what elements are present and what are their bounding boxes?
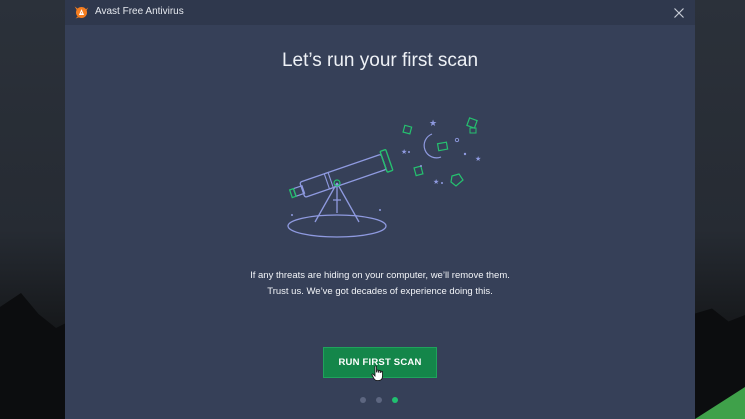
svg-text:★: ★ <box>401 148 407 156</box>
close-icon[interactable] <box>669 3 689 23</box>
green-shape <box>469 127 477 134</box>
svg-text:★: ★ <box>475 155 481 163</box>
green-shape <box>413 165 424 177</box>
telescope-stars-icon: ★ ★ ★ ★ <box>287 117 481 238</box>
svg-text:★: ★ <box>433 178 439 186</box>
green-shape <box>450 173 464 187</box>
description: If any threats are hiding on your comput… <box>65 268 695 300</box>
hand-cursor-icon <box>371 365 383 381</box>
svg-text:★: ★ <box>429 119 437 129</box>
green-shape <box>436 141 449 152</box>
ground-ellipse <box>287 214 387 238</box>
mountain-silhouette-left <box>0 293 70 419</box>
title-bar[interactable]: Avast Free Antivirus <box>65 0 695 25</box>
avast-logo-icon <box>74 6 89 19</box>
app-window: Avast Free Antivirus Let’s run your firs… <box>65 0 695 419</box>
description-line: If any threats are hiding on your comput… <box>250 270 510 281</box>
description-line: Trust us. We’ve got decades of experienc… <box>267 286 493 297</box>
window-title: Avast Free Antivirus <box>95 6 184 17</box>
pager-dot-2[interactable] <box>376 397 382 403</box>
telescope-tube <box>288 149 394 199</box>
page-title: Let’s run your first scan <box>281 50 479 71</box>
pager-dots <box>360 397 398 403</box>
pager-dot-1[interactable] <box>360 397 366 403</box>
green-shape <box>466 117 478 129</box>
pager-dot-3-active[interactable] <box>392 397 398 403</box>
green-shape <box>402 124 413 135</box>
